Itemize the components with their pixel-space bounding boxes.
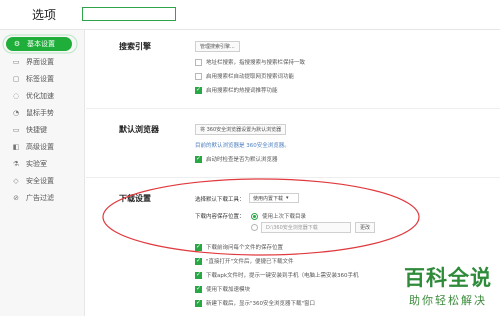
sidebar: ⚙ 基本设置 ▭ 界面设置 ▢ 标签设置 ◌ 优化加速 ◔ 鼠标手势 ▭ 快捷键…	[0, 30, 85, 316]
search-option-row[interactable]: ✓ 启用搜索栏的热搜词推荐功能	[195, 86, 278, 94]
mouse-icon: ◔	[12, 109, 20, 117]
option-label: 启用搜索栏自动提取网页搜索词功能	[206, 74, 295, 80]
radio-label: 使用上次下载目录	[262, 214, 307, 220]
search-engine-title: 搜索引擎	[119, 42, 151, 51]
sidebar-item-adblock[interactable]: ⊘ 广告过滤	[0, 189, 85, 207]
section-divider	[86, 177, 500, 178]
change-path-button[interactable]: 更改	[355, 222, 376, 233]
sidebar-item-tabs[interactable]: ▢ 标签设置	[0, 70, 85, 88]
chevron-down-icon: ▾	[286, 195, 289, 201]
option-label: 使用下载加速模块	[206, 287, 251, 293]
settings-panel: 搜索引擎 管理搜索引擎... 地址栏搜索，指搜搜索与搜索栏保持一致 启用搜索栏自…	[86, 31, 500, 316]
sidebar-item-optimize[interactable]: ◌ 优化加速	[0, 87, 85, 105]
sidebar-item-gestures[interactable]: ◔ 鼠标手势	[0, 104, 85, 122]
search-option-row[interactable]: 启用搜索栏自动提取网页搜索词功能	[195, 72, 294, 80]
sidebar-item-label: 界面设置	[26, 58, 54, 66]
section-divider	[86, 108, 500, 109]
sidebar-item-basic[interactable]: ⚙ 基本设置	[6, 37, 72, 51]
advanced-icon: ◧	[12, 143, 20, 151]
download-option-row[interactable]: ✓ 使用下载加速模块	[195, 285, 250, 293]
sidebar-item-interface[interactable]: ▭ 界面设置	[0, 53, 85, 71]
sidebar-item-label: 快捷键	[26, 126, 47, 134]
sidebar-item-security[interactable]: ◇ 安全设置	[0, 172, 85, 190]
download-option-row[interactable]: ✓ "直接打开"文件后，便捷已下载文件	[195, 257, 294, 265]
radio-last-dir-row[interactable]: 使用上次下载目录	[251, 212, 306, 220]
download-tool-select[interactable]: 使用内置下载 ▾	[249, 193, 299, 203]
sidebar-item-label: 标签设置	[26, 75, 54, 83]
sidebar-item-label: 广告过滤	[26, 194, 54, 202]
checkbox-checked[interactable]: ✓	[195, 271, 202, 279]
sidebar-item-label: 基本设置	[27, 40, 55, 48]
keyboard-icon: ▭	[12, 126, 20, 134]
checkbox-checked[interactable]: ✓	[195, 285, 202, 293]
select-value: 使用内置下载	[253, 195, 284, 202]
search-option-row[interactable]: 地址栏搜索，指搜搜索与搜索栏保持一致	[195, 58, 305, 66]
checkbox[interactable]	[195, 58, 202, 66]
download-tool-label: 选择默认下载工具：	[195, 197, 245, 203]
option-label: 下载前询问每个文件的保存位置	[206, 245, 284, 251]
download-path-input[interactable]: D:\360安全浏览器下载	[261, 222, 351, 233]
checkbox-checked[interactable]: ✓	[195, 155, 202, 163]
checkbox-checked[interactable]: ✓	[195, 86, 202, 94]
page-title: 选项	[32, 8, 57, 22]
sidebar-item-label: 鼠标手势	[26, 109, 54, 117]
default-browser-title: 默认浏览器	[119, 125, 159, 134]
flask-icon: ⚗	[12, 160, 20, 168]
sidebar-item-label: 优化加速	[26, 92, 54, 100]
sidebar-item-advanced[interactable]: ◧ 高级设置	[0, 138, 85, 156]
options-window: 选项 ⚙ 基本设置 ▭ 界面设置 ▢ 标签设置 ◌ 优化加速 ◔ 鼠标手势 ▭ …	[0, 0, 500, 316]
radio[interactable]	[251, 224, 258, 231]
shield-icon: ◇	[13, 177, 19, 185]
download-title: 下载设置	[119, 194, 151, 203]
set-default-browser-button[interactable]: 将 360安全浏览器设置为默认浏览器	[195, 124, 287, 135]
title-bar: 选项	[0, 0, 500, 30]
option-label: 地址栏搜索，指搜搜索与搜索栏保持一致	[206, 60, 306, 66]
checkbox-checked[interactable]: ✓	[195, 243, 202, 251]
sidebar-item-label: 高级设置	[26, 143, 54, 151]
download-option-row[interactable]: ✓ 下载apk文件时，提示一键安装到手机（电脑上需安装360手机	[195, 271, 359, 279]
sidebar-item-label: 安全设置	[26, 177, 54, 185]
option-label: 新建下载后，显示"360安全浏览器下载"窗口	[206, 301, 316, 307]
rocket-icon: ◌	[12, 92, 20, 100]
download-option-row[interactable]: ✓ 新建下载后，显示"360安全浏览器下载"窗口	[195, 299, 315, 307]
option-label: 下载apk文件时，提示一键安装到手机（电脑上需安装360手机	[206, 273, 359, 279]
save-location-label: 下载内容保存位置：	[195, 214, 245, 220]
option-label: 启动时检查是否为默认浏览器	[206, 157, 278, 163]
checkbox-checked[interactable]: ✓	[195, 257, 202, 265]
checkbox[interactable]	[195, 72, 202, 80]
block-icon: ⊘	[13, 194, 19, 202]
sidebar-item-shortcuts[interactable]: ▭ 快捷键	[0, 121, 85, 139]
default-browser-status: 目前的默认浏览器是 360安全浏览器。	[195, 143, 290, 149]
option-label: "直接打开"文件后，便捷已下载文件	[206, 259, 294, 265]
window-icon: ▭	[12, 58, 20, 66]
download-option-row[interactable]: ✓ 下载前询问每个文件的保存位置	[195, 243, 283, 251]
option-label: 启用搜索栏的热搜词推荐功能	[206, 88, 278, 94]
tag-icon: ▢	[12, 75, 20, 83]
radio-selected[interactable]	[251, 212, 258, 220]
search-input[interactable]	[82, 7, 176, 21]
sidebar-item-label: 实验室	[26, 160, 47, 168]
checkbox-checked[interactable]: ✓	[195, 299, 202, 307]
gear-icon: ⚙	[13, 40, 21, 48]
manage-search-engines-button[interactable]: 管理搜索引擎...	[195, 41, 240, 52]
sidebar-item-lab[interactable]: ⚗ 实验室	[0, 155, 85, 173]
default-browser-check-row[interactable]: ✓ 启动时检查是否为默认浏览器	[195, 155, 278, 163]
